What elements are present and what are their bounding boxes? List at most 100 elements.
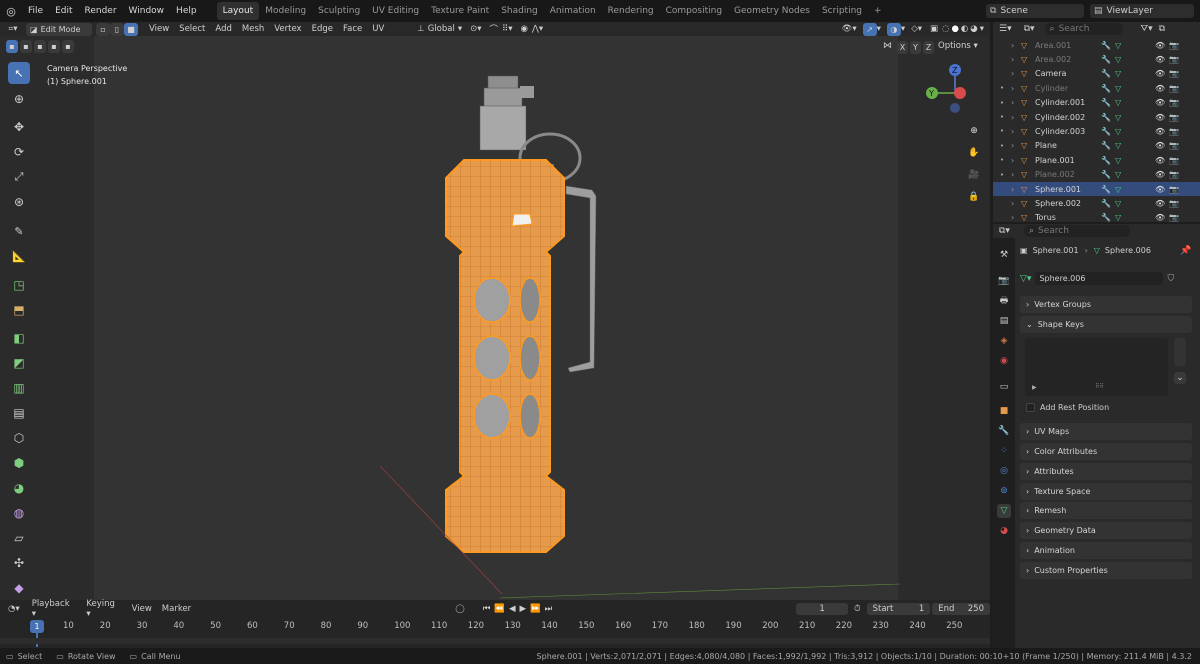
visibility-eye-icon[interactable]: 👁 [1155,185,1169,194]
extrude-tool-icon[interactable]: ⬒ [8,299,30,321]
color-attributes-panel[interactable]: › Color Attributes [1020,443,1192,460]
visibility-eye-icon[interactable]: 👁 [1155,141,1169,150]
mesh-browse-icon[interactable]: ▽▾ [1020,274,1031,284]
geometry-data-panel[interactable]: › Geometry Data [1020,522,1192,539]
add-cube-tool-icon[interactable]: ◳ [8,274,30,296]
tab-texture-paint[interactable]: Texture Paint [425,2,495,20]
outliner-row[interactable]: › ▽ Camera 🔧 ▽ 👁 📷 [993,67,1200,81]
menu-render[interactable]: Render [79,0,123,22]
menu-edit[interactable]: Edit [49,0,78,22]
mirror-icon[interactable]: ⋈ [883,41,892,54]
menu-uv[interactable]: UV [367,24,389,34]
chevron-right-icon[interactable]: › [1011,84,1021,93]
chevron-right-icon[interactable]: › [1011,156,1021,165]
properties-search[interactable]: ⌕ Search [1023,225,1130,237]
breadcrumb-object[interactable]: Sphere.001 [1033,246,1079,255]
proportional-edit-icon[interactable]: ◉ [521,24,528,34]
rip-tool-icon[interactable]: ✣ [8,552,30,574]
outliner-row[interactable]: • › ▽ Cylinder.003 🔧 ▽ 👁 📷 [993,124,1200,138]
smooth-tool-icon[interactable]: ◕ [8,477,30,499]
shading-material-icon[interactable]: ◐ [961,24,968,34]
render-tab-icon[interactable]: 📷 [997,274,1011,288]
pin-icon[interactable]: 📌 [1180,246,1191,256]
record-icon[interactable]: ◯ [455,604,465,614]
filter-icon[interactable]: ⛛▾ [1141,24,1153,34]
zoom-icon[interactable]: ⊕ [963,122,985,140]
menu-playback[interactable]: Playback ▾ [32,599,77,619]
chevron-right-icon[interactable]: › [1011,55,1021,64]
world-tab-icon[interactable]: ◉ [997,354,1011,368]
outliner-row[interactable]: • › ▽ Plane.002 🔧 ▽ 👁 📷 [993,168,1200,182]
outliner-item-name[interactable]: Cylinder.001 [1035,98,1101,107]
custom-properties-panel[interactable]: › Custom Properties [1020,562,1192,579]
new-collection-icon[interactable]: ⧉ [1159,24,1165,34]
tool-tab-icon[interactable]: ⚒ [997,248,1011,262]
attributes-panel[interactable]: › Attributes [1020,463,1192,480]
outliner-item-name[interactable]: Plane.002 [1035,170,1101,179]
render-camera-icon[interactable]: 📷 [1169,41,1183,50]
outliner-row[interactable]: › ▽ Torus 🔧 ▽ 👁 📷 [993,211,1200,222]
visibility-eye-icon[interactable]: 👁 [1155,127,1169,136]
tab-animation[interactable]: Animation [544,2,602,20]
menu-file[interactable]: File [22,0,49,22]
shading-wireframe-icon[interactable]: ◌ [942,24,949,34]
lock-icon[interactable]: 🔒 [963,188,985,206]
tab-compositing[interactable]: Compositing [660,2,728,20]
outliner-row[interactable]: • › ▽ Cylinder.001 🔧 ▽ 👁 📷 [993,96,1200,110]
outliner-row[interactable]: • › ▽ Cylinder 🔧 ▽ 👁 📷 [993,81,1200,95]
outliner-item-name[interactable]: Sphere.002 [1035,199,1101,208]
render-camera-icon[interactable]: 📷 [1169,69,1183,78]
material-tab-icon[interactable]: ◕ [997,524,1011,538]
jump-start-icon[interactable]: ⏮ [483,604,491,614]
select-new-icon[interactable]: ▪ [6,40,18,53]
shading-options-icon[interactable]: ▾ [980,24,984,34]
vertex-groups-panel[interactable]: › Vertex Groups [1020,296,1192,313]
tab-uv-editing[interactable]: UV Editing [366,2,425,20]
menu-keying[interactable]: Keying ▾ [86,599,121,619]
visibility-icon[interactable]: 👁▾ [842,24,857,34]
options-menu[interactable]: Options ▾ [938,41,978,51]
play-reverse-icon[interactable]: ◀ [509,604,516,614]
annotate-tool-icon[interactable]: ✎ [8,220,30,242]
timeline-scrollbar[interactable] [0,638,990,644]
pivot-icon[interactable]: ⊙▾ [470,24,481,34]
rotate-tool-icon[interactable]: ⟳ [8,141,30,163]
menu-timeline-view[interactable]: View [132,604,152,614]
render-camera-icon[interactable]: 📷 [1169,55,1183,64]
outliner-item-name[interactable]: Plane.001 [1035,156,1101,165]
chevron-right-icon[interactable]: › [1011,98,1021,107]
menu-edge[interactable]: Edge [307,24,338,34]
outliner-row[interactable]: • › ▽ Plane 🔧 ▽ 👁 📷 [993,139,1200,153]
visibility-eye-icon[interactable]: 👁 [1155,113,1169,122]
visibility-eye-icon[interactable]: 👁 [1155,69,1169,78]
constraints-tab-icon[interactable]: ⊚ [997,484,1011,498]
select-intersect-icon[interactable]: ▪ [62,40,74,53]
mirror-x-button[interactable]: X [897,41,908,54]
visibility-eye-icon[interactable]: 👁 [1155,84,1169,93]
view-layer-tab-icon[interactable]: ▤ [997,314,1011,328]
chevron-right-icon[interactable]: › [1011,170,1021,179]
collection-tab-icon[interactable]: ▭ [997,380,1011,394]
editor-type-icon[interactable]: ⌗▾ [0,24,26,34]
visibility-eye-icon[interactable]: 👁 [1155,156,1169,165]
outliner-item-name[interactable]: Cylinder.002 [1035,113,1101,122]
chevron-right-icon[interactable]: › [1011,127,1021,136]
view-layer-selector[interactable]: ▤ ViewLayer [1090,4,1194,18]
outliner-row[interactable]: › ▽ Area.001 🔧 ▽ 👁 📷 [993,38,1200,52]
cursor-tool-icon[interactable]: ⊕ [8,88,30,110]
start-frame-field[interactable]: Start 1 [866,602,931,615]
shape-keys-list[interactable]: ▶ ⠿⠿ [1025,338,1168,396]
vertex-select-icon[interactable]: ▫ [96,22,110,36]
outliner-item-name[interactable]: Area.002 [1035,55,1101,64]
object-tab-icon[interactable]: ■ [997,404,1011,418]
chevron-right-icon[interactable]: › [1011,185,1021,194]
outliner-editor-icon[interactable]: ☰▾ [999,24,1012,34]
uv-maps-panel[interactable]: › UV Maps [1020,423,1192,440]
render-camera-icon[interactable]: 📷 [1169,170,1183,179]
properties-editor-icon[interactable]: ⧉▾ [999,226,1010,236]
play-icon[interactable]: ▶ [520,604,527,614]
jump-end-icon[interactable]: ⏭ [545,604,553,614]
snap-icon[interactable]: ⌒ [489,23,498,35]
gizmo-neg-z-axis[interactable] [950,103,960,113]
breadcrumb-mesh[interactable]: Sphere.006 [1105,246,1151,255]
